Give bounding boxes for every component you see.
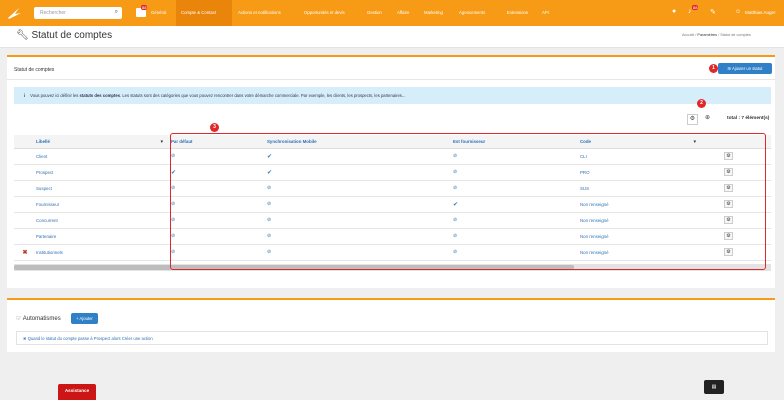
row-delete-cell[interactable] bbox=[14, 212, 33, 229]
automatismes-title: ☞ Automatismes bbox=[16, 315, 61, 322]
page-header: 🔧︎ Statut de comptes bbox=[0, 26, 784, 48]
plus-icon: ⊞ bbox=[727, 66, 732, 71]
help-icon[interactable]: ● bbox=[672, 8, 676, 15]
row-libelle[interactable]: Concurrent bbox=[33, 212, 168, 229]
notification-badge: 88 bbox=[141, 5, 148, 10]
columns-settings-icon[interactable]: ⚙ bbox=[687, 114, 698, 125]
row-delete-cell[interactable] bbox=[14, 148, 33, 165]
row-libelle[interactable]: Prospect bbox=[33, 164, 168, 181]
annotation-3: 3 bbox=[210, 123, 219, 132]
menu-marketing[interactable]: Marketing bbox=[424, 10, 443, 15]
app-logo[interactable] bbox=[6, 5, 22, 21]
info-bold: statuts des comptes bbox=[79, 93, 121, 98]
alert-badge: 88 bbox=[692, 5, 699, 10]
menu-api[interactable]: API bbox=[542, 10, 549, 15]
menu-affaire[interactable]: Affaire bbox=[397, 10, 409, 15]
top-navbar: Rechercher ⌕ 88 Général Compte & Contact… bbox=[0, 0, 784, 26]
wrench-icon: 🔧︎ bbox=[16, 30, 29, 41]
tools-icon[interactable]: ✎ bbox=[710, 8, 716, 16]
info-alert: i Vous pouvez ici définir les statuts des… bbox=[14, 87, 771, 104]
breadcrumb: Accueil / Paramètres / Statut de comptes bbox=[682, 33, 751, 37]
row-delete-cell[interactable] bbox=[14, 228, 33, 245]
menu-general[interactable]: Général bbox=[151, 10, 166, 15]
breadcrumb-home[interactable]: Accueil bbox=[682, 33, 694, 37]
info-rest: . Les statuts sont des catégories que vo… bbox=[120, 93, 406, 98]
row-delete-cell[interactable] bbox=[14, 180, 33, 197]
assistance-button[interactable]: Assistance bbox=[58, 384, 96, 400]
row-libelle[interactable]: Fournisseur bbox=[33, 196, 168, 213]
bell-icon[interactable]: ♪ bbox=[688, 8, 692, 15]
menu-opportunites-devis[interactable]: Opportunités et devis bbox=[304, 10, 345, 15]
annotation-1: 1 bbox=[709, 64, 718, 73]
search-box[interactable]: Rechercher ⌕ bbox=[34, 7, 122, 19]
add-automatisme-button[interactable]: + Ajouter bbox=[71, 313, 98, 324]
menu-agencements[interactable]: Agencements bbox=[459, 10, 485, 15]
user-avatar-icon[interactable]: ☺ bbox=[735, 9, 741, 15]
breadcrumb-settings[interactable]: Paramètres bbox=[697, 33, 717, 37]
col-header-libelle-text: Libellé bbox=[36, 138, 50, 144]
row-libelle[interactable]: Partenaire bbox=[33, 228, 168, 245]
chat-widget-icon[interactable]: ▤ bbox=[704, 380, 724, 394]
card-title: Statut de comptes bbox=[14, 67, 55, 73]
total-count: total : 7 élément(s) bbox=[727, 116, 770, 121]
add-automatisme-label: Ajouter bbox=[79, 316, 93, 321]
automatismes-card: ☞ Automatismes + Ajouter ✖ Quand le stat… bbox=[7, 298, 775, 352]
search-icon[interactable]: ⌕ bbox=[115, 9, 118, 16]
divider bbox=[7, 79, 775, 80]
highlight-box bbox=[170, 133, 766, 270]
info-lead: Vous pouvez ici définir les bbox=[30, 93, 80, 98]
col-header-action bbox=[14, 135, 33, 149]
breadcrumb-current: Statut de comptes bbox=[720, 33, 751, 37]
menu-extensions[interactable]: Extensions bbox=[507, 10, 528, 15]
row-libelle[interactable]: Suspect bbox=[33, 180, 168, 197]
row-delete-cell[interactable] bbox=[14, 196, 33, 213]
row-delete-cell[interactable]: ✖ bbox=[14, 244, 33, 261]
filter-icon[interactable]: ▼ bbox=[160, 139, 164, 144]
menu-gestion[interactable]: Gestion bbox=[367, 10, 382, 15]
row-libelle[interactable]: Client bbox=[33, 148, 168, 165]
col-header-libelle[interactable]: Libellé ▼ bbox=[33, 135, 168, 149]
user-name[interactable]: Matthias Auger bbox=[745, 10, 776, 15]
hand-icon: ☞ bbox=[16, 316, 22, 322]
delete-rule-icon[interactable]: ✖ bbox=[23, 336, 27, 341]
info-icon: i bbox=[24, 93, 26, 98]
add-status-label: Ajouter un statut bbox=[731, 66, 763, 71]
add-status-button[interactable]: ⊞ Ajouter un statut bbox=[718, 63, 772, 74]
plus-icon: + bbox=[76, 316, 79, 321]
page-title-text: Statut de comptes bbox=[31, 30, 113, 41]
annotation-2: 2 bbox=[697, 99, 706, 108]
page-title: 🔧︎ Statut de comptes bbox=[16, 30, 112, 41]
row-libelle[interactable]: Institutionnels bbox=[33, 244, 168, 261]
export-icon[interactable]: ⊕ bbox=[702, 114, 713, 125]
rule-text: Quand le statut du compte passe à Prospe… bbox=[27, 336, 153, 341]
search-input[interactable]: Rechercher bbox=[40, 10, 66, 16]
row-delete-cell[interactable] bbox=[14, 164, 33, 181]
menu-compte-contact[interactable]: Compte & Contact bbox=[181, 10, 216, 15]
menu-actions-notifications[interactable]: Actions et notifications bbox=[238, 10, 281, 15]
automatismes-title-text: Automatismes bbox=[22, 316, 61, 322]
automatisme-rule[interactable]: ✖ Quand le statut du compte passe à Pros… bbox=[16, 331, 768, 345]
